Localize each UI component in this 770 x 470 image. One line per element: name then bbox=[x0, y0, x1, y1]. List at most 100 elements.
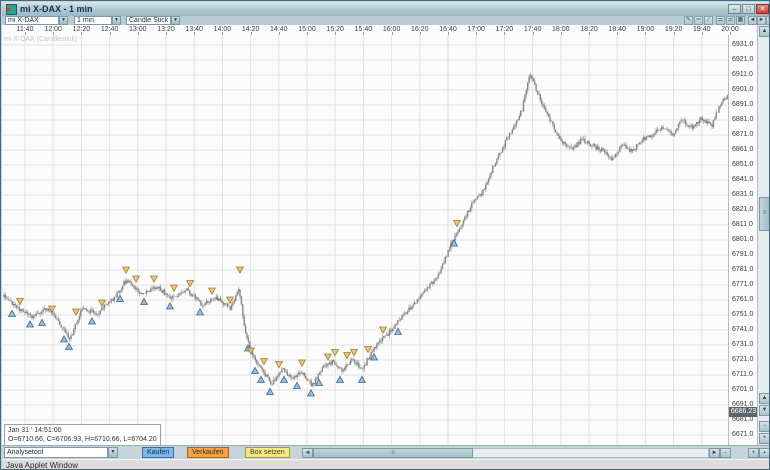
buy-signal-icon[interactable] bbox=[165, 301, 175, 310]
sell-signal-icon[interactable] bbox=[131, 275, 141, 284]
sell-signal-icon[interactable] bbox=[15, 298, 25, 306]
sell-signal-icon[interactable] bbox=[349, 349, 359, 357]
symbol-combobox[interactable]: mi X-DAX ▼ bbox=[5, 16, 69, 25]
interval-combobox[interactable]: 1 min ▼ bbox=[74, 16, 122, 25]
buy-signal-icon[interactable] bbox=[25, 319, 35, 328]
price-axis-label: 6891.0 bbox=[732, 101, 754, 108]
scroll-left-icon[interactable]: ◄ bbox=[302, 448, 313, 458]
buy-signal-icon[interactable] bbox=[87, 316, 97, 325]
next-icon[interactable]: ► bbox=[757, 16, 766, 25]
edit-icon[interactable]: ∕ bbox=[704, 16, 713, 25]
zoom-in-icon[interactable]: + bbox=[748, 448, 759, 458]
trading-app-window: mi X-DAX - 1 min – □ ✕ mi X-DAX ▼ 1 min … bbox=[0, 0, 770, 470]
scroll-down-icon[interactable]: ▼ bbox=[759, 405, 769, 416]
buy-signal-icon[interactable] bbox=[393, 327, 403, 335]
buy-signal-icon[interactable] bbox=[195, 307, 205, 316]
chevron-down-icon[interactable]: ▼ bbox=[171, 16, 180, 25]
price-axis-label: 6721.0 bbox=[732, 356, 754, 363]
reset-view-icon[interactable]: ▪ bbox=[759, 448, 769, 458]
sell-signal-icon[interactable] bbox=[297, 359, 307, 368]
price-axis-label: 6821.0 bbox=[732, 206, 754, 213]
sell-signal-icon[interactable] bbox=[207, 287, 217, 296]
buy-signal-icon[interactable] bbox=[279, 375, 289, 383]
close-button[interactable]: ✕ bbox=[756, 4, 769, 14]
candle-bodies bbox=[3, 75, 728, 386]
buy-signal-icon[interactable] bbox=[265, 387, 275, 395]
sell-signal-icon[interactable] bbox=[149, 275, 159, 284]
price-axis-label: 6911.0 bbox=[732, 71, 753, 78]
scroll-up-icon[interactable]: ▲ bbox=[759, 26, 769, 37]
zoom-in-icon[interactable]: + bbox=[759, 433, 769, 444]
price-axis-label: 6841.0 bbox=[732, 176, 754, 183]
rows-icon[interactable]: ☱ bbox=[726, 16, 735, 25]
maximize-button[interactable]: □ bbox=[742, 4, 755, 14]
sell-signal-icon[interactable] bbox=[274, 361, 284, 369]
prev-icon[interactable]: ◄ bbox=[748, 16, 757, 25]
sell-signal-icon[interactable] bbox=[169, 284, 179, 293]
vertical-scrollbar-thumb[interactable] bbox=[759, 197, 769, 231]
candlestick-chart[interactable] bbox=[2, 35, 728, 445]
price-axis-label: 6831.0 bbox=[732, 191, 754, 198]
list-icon[interactable]: ☰ bbox=[716, 16, 725, 25]
ohlc-tooltip: Jan 31 ' 14:51:00 O=6710.66, C=6706.93, … bbox=[4, 424, 161, 445]
title-bar[interactable]: mi X-DAX - 1 min – □ ✕ bbox=[2, 2, 769, 17]
scroll-right-icon[interactable]: ► bbox=[709, 448, 720, 458]
buy-signal-icon[interactable] bbox=[139, 297, 149, 305]
time-axis-label: 2 bbox=[742, 26, 757, 33]
chart-type-combobox-value[interactable]: Candle Stick (Kerzen bbox=[126, 16, 171, 25]
sell-signal-icon[interactable] bbox=[185, 280, 195, 288]
set-box-button[interactable]: Box setzen bbox=[245, 447, 290, 458]
buy-signal-icon[interactable] bbox=[250, 366, 260, 374]
sell-signal-icon[interactable] bbox=[342, 352, 352, 360]
sell-signal-icon[interactable] bbox=[330, 349, 340, 357]
grid-icon[interactable]: ▦ bbox=[736, 16, 745, 25]
tooltip-ohlc: O=6710.66, C=6706.93, H=6710.66, L=6704.… bbox=[8, 436, 157, 443]
zoom-out-icon[interactable]: − bbox=[759, 421, 769, 432]
buy-signal-icon[interactable] bbox=[292, 381, 302, 389]
minimize-button[interactable]: – bbox=[728, 4, 741, 14]
vertical-scrollbar[interactable]: ▲ ▲ ▼ − + bbox=[757, 25, 769, 445]
draw-icon[interactable]: ✎ bbox=[684, 16, 693, 25]
chevron-down-icon[interactable]: ▼ bbox=[108, 447, 118, 458]
chevron-down-icon[interactable]: ▼ bbox=[59, 16, 68, 25]
price-axis-label: 6741.0 bbox=[732, 326, 754, 333]
buy-signal-icon[interactable] bbox=[7, 309, 17, 317]
chart-watermark: mi X-DAX (Candlestick) bbox=[4, 36, 78, 43]
refresh-icon[interactable]: ↻ bbox=[766, 16, 769, 25]
scroll-up-icon[interactable]: ▲ bbox=[759, 393, 769, 404]
symbol-combobox-value[interactable]: mi X-DAX bbox=[5, 16, 59, 25]
analyse-tool-combobox[interactable]: Analysetool bbox=[4, 447, 108, 458]
buy-signal-icon[interactable] bbox=[335, 375, 345, 383]
buy-signal-icon[interactable] bbox=[59, 334, 69, 343]
zoom-out-icon[interactable]: − bbox=[720, 448, 731, 458]
chart-pane[interactable]: mi X-DAX (Candlestick) Jan 31 ' 14:51:00… bbox=[2, 35, 728, 445]
buy-signal-icon[interactable] bbox=[256, 375, 266, 383]
price-axis-label: 6851.0 bbox=[732, 161, 754, 168]
buy-signal-icon[interactable] bbox=[64, 342, 74, 350]
sell-signal-icon[interactable] bbox=[323, 353, 333, 362]
sell-signal-icon[interactable] bbox=[71, 308, 81, 317]
buy-signal-icon[interactable] bbox=[37, 318, 47, 326]
buy-signal-icon[interactable] bbox=[306, 388, 316, 397]
price-axis-label: 6681.0 bbox=[732, 416, 754, 423]
price-axis-label: 6901.0 bbox=[732, 86, 754, 93]
sell-signal-icon[interactable] bbox=[259, 358, 269, 366]
buy-signal-icon[interactable] bbox=[357, 375, 367, 383]
sell-signal-icon[interactable] bbox=[363, 346, 373, 354]
app-icon bbox=[6, 4, 17, 15]
current-price-badge: 6686.23 bbox=[729, 407, 757, 418]
trendline-icon[interactable]: ═ bbox=[694, 16, 703, 25]
chart-type-combobox[interactable]: Candle Stick (Kerzen ▼ bbox=[126, 16, 180, 25]
status-bar: Java Applet Window bbox=[2, 459, 769, 469]
interval-combobox-value[interactable]: 1 min bbox=[74, 16, 112, 25]
chevron-down-icon[interactable]: ▼ bbox=[112, 16, 121, 25]
buy-button[interactable]: Kaufen bbox=[142, 447, 175, 458]
price-axis-label: 6671.0 bbox=[732, 431, 754, 438]
sell-button[interactable]: Verkaufen bbox=[187, 447, 229, 458]
price-axis-label: 6871.0 bbox=[732, 131, 754, 138]
horizontal-scrollbar-thumb[interactable]: ≡ bbox=[313, 448, 473, 458]
price-axis-label: 6801.0 bbox=[732, 236, 754, 243]
bottom-bar: Analysetool ▼ Kaufen Verkaufen Box setze… bbox=[2, 445, 769, 459]
sell-signal-icon[interactable] bbox=[452, 220, 462, 228]
price-axis-label: 6761.0 bbox=[732, 296, 754, 303]
